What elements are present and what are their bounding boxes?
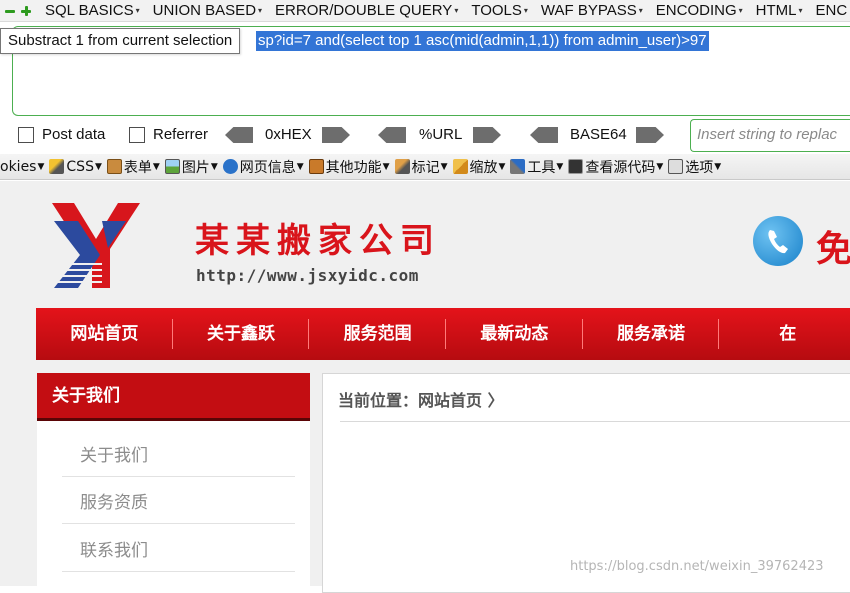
base64-label: BASE64 <box>570 126 627 143</box>
nav-item-promise[interactable]: 服务承诺 <box>583 308 720 360</box>
image-icon <box>164 159 180 174</box>
url-label: %URL <box>419 126 463 143</box>
watermark: https://blog.csdn.net/weixin_39762423 <box>570 559 824 574</box>
page-info-menu[interactable]: 网页信息 ▼ <box>222 157 304 177</box>
divider <box>62 571 295 572</box>
web-developer-toolbar: okies ▼ CSS ▼ 表单 ▼ 图片 ▼ 网页信息 ▼ 其他功能 ▼ 标记 ▼ 缩放 ▼ … <box>0 154 850 180</box>
outline-menu[interactable]: 标记 ▼ <box>394 157 448 177</box>
images-menu[interactable]: 图片 ▼ <box>164 157 218 177</box>
options-menu[interactable]: 选项 ▼ <box>668 157 721 177</box>
menu-sql-basics[interactable]: SQL BASICS ▾ <box>45 2 140 19</box>
base64-encode-arrow-icon[interactable] <box>636 127 664 143</box>
hackbar-menu: SQL BASICS ▾ UNION BASED ▾ ERROR/DOUBLE QU… <box>0 0 850 22</box>
divider <box>340 421 850 422</box>
menu-error-double-query[interactable]: ERROR/DOUBLE QUERY ▾ <box>275 2 458 19</box>
breadcrumb: 当前位置：网站首页 〉 <box>338 391 504 410</box>
sidebar-list: 关于我们 服务资质 联系我们 <box>37 421 310 591</box>
hex-encode-arrow-icon[interactable] <box>322 127 350 143</box>
nav-item-more[interactable]: 在 <box>719 308 850 360</box>
resize-menu[interactable]: 缩放 ▼ <box>452 157 505 177</box>
sidebar-item-about[interactable]: 关于我们 <box>80 441 148 466</box>
nav-item-home[interactable]: 网站首页 <box>36 308 173 360</box>
sidebar-item-qualification[interactable]: 服务资质 <box>80 488 148 513</box>
increment-icon[interactable] <box>20 5 32 17</box>
hex-label: 0xHEX <box>265 126 312 143</box>
nav-item-news[interactable]: 最新动态 <box>446 308 583 360</box>
misc-menu[interactable]: 其他功能 ▼ <box>308 157 390 177</box>
sidebar-title: 关于我们 <box>37 373 310 421</box>
forms-menu[interactable]: 表单 ▼ <box>106 157 160 177</box>
xy-logo-icon <box>52 203 140 288</box>
base64-decode-arrow-icon[interactable] <box>530 127 558 143</box>
menu-tools[interactable]: TOOLS ▾ <box>471 2 528 19</box>
hex-decode-arrow-icon[interactable] <box>225 127 253 143</box>
referrer-checkbox[interactable] <box>129 127 145 143</box>
menu-union-based[interactable]: UNION BASED ▾ <box>153 2 262 19</box>
post-data-checkbox[interactable] <box>18 127 34 143</box>
company-url: http://www.jsxyidc.com <box>196 266 419 285</box>
book-icon <box>308 159 324 174</box>
monitor-icon <box>568 159 584 174</box>
ruler-icon <box>452 159 468 174</box>
pencil-icon <box>49 159 65 174</box>
url-encode-arrow-icon[interactable] <box>473 127 501 143</box>
referrer-label: Referrer <box>153 126 209 143</box>
tools-menu[interactable]: 工具 ▼ <box>510 157 563 177</box>
phone-icon <box>753 216 803 266</box>
company-name: 某某搬家公司 <box>195 221 441 261</box>
cookies-menu[interactable]: okies ▼ <box>0 159 44 175</box>
pencil-icon <box>394 159 410 174</box>
clipboard-icon <box>106 159 122 174</box>
replace-string-input[interactable]: Insert string to replac <box>690 119 850 152</box>
sidebar-item-contact[interactable]: 联系我们 <box>80 536 148 561</box>
decrement-icon[interactable] <box>4 5 16 17</box>
options-icon <box>668 159 684 174</box>
menu-encoding[interactable]: ENCODING ▾ <box>656 2 743 19</box>
nav-item-about[interactable]: 关于鑫跃 <box>173 308 310 360</box>
nav-item-services[interactable]: 服务范围 <box>309 308 447 360</box>
url-decode-arrow-icon[interactable] <box>378 127 406 143</box>
free-text: 免 <box>816 229 850 270</box>
view-source-menu[interactable]: 查看源代码 ▼ <box>568 157 663 177</box>
menu-enc[interactable]: ENC <box>816 2 848 19</box>
main-nav: 网站首页 关于鑫跃 服务范围 最新动态 服务承诺 在 <box>36 308 850 360</box>
menu-html[interactable]: HTML ▾ <box>756 2 803 19</box>
divider <box>62 523 295 524</box>
info-icon <box>222 159 238 174</box>
menu-waf-bypass[interactable]: WAF BYPASS ▾ <box>541 2 643 19</box>
tooltip: Substract 1 from current selection <box>0 28 241 54</box>
post-data-label: Post data <box>42 126 106 143</box>
divider <box>62 476 295 477</box>
wrench-icon <box>510 159 526 174</box>
url-selected-text[interactable]: sp?id=7 and(select top 1 asc(mid(admin,1… <box>256 31 709 51</box>
css-menu[interactable]: CSS ▼ <box>49 159 102 175</box>
